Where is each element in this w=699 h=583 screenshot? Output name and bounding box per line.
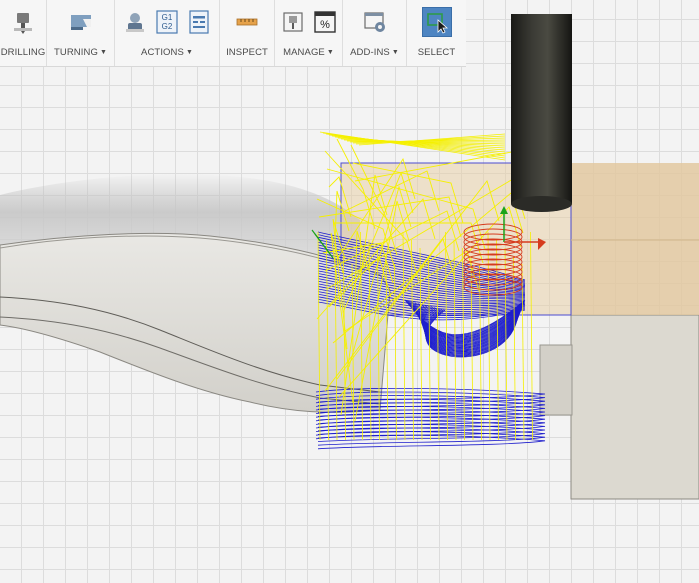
tool-holder[interactable] — [511, 14, 572, 204]
toolbar-group-manage[interactable]: % MANAGE ▼ — [275, 0, 343, 66]
post-library-percent-icon[interactable]: % — [313, 10, 337, 34]
toolbar-label-manage: MANAGE ▼ — [283, 47, 334, 58]
toolbar-label-addins: ADD-INS ▼ — [350, 47, 399, 58]
toolbar-group-addins[interactable]: ADD-INS ▼ — [343, 0, 407, 66]
toolbar-group-turning[interactable]: TURNING ▼ — [47, 0, 115, 66]
toolbar-label-select: SELECT — [417, 47, 456, 58]
chevron-down-icon: ▼ — [391, 49, 399, 56]
fixture-block — [570, 314, 699, 500]
drill-icon[interactable] — [11, 10, 35, 34]
turning-tool-icon[interactable] — [69, 10, 93, 34]
svg-text:%: % — [320, 19, 330, 31]
chevron-down-icon: ▼ — [99, 49, 107, 56]
select-cursor-icon — [426, 13, 448, 34]
toolbar-label-drilling: DRILLING — [0, 47, 46, 58]
stock-box-back — [571, 163, 699, 315]
toolbar-group-actions[interactable]: G1 G2 ACTIONS ▼ — [115, 0, 220, 66]
toolbar-group-select[interactable]: SELECT — [407, 0, 466, 66]
cam-toolbar: DRILLING TURNING ▼ G1 G2 ACTIONS ▼ INSPE… — [0, 0, 466, 67]
svg-text:G2: G2 — [162, 22, 173, 31]
svg-text:G1: G1 — [162, 13, 173, 22]
toolbar-label-actions: ACTIONS ▼ — [141, 47, 193, 58]
canvas-3d-viewport[interactable] — [0, 0, 699, 583]
setup-sheet-icon[interactable] — [187, 10, 211, 34]
cam-scene[interactable] — [0, 0, 699, 583]
chevron-down-icon: ▼ — [185, 49, 193, 56]
simulate-icon[interactable] — [123, 10, 147, 34]
measure-ruler-icon[interactable] — [235, 10, 259, 34]
toolbar-label-inspect: INSPECT — [226, 47, 268, 58]
scripts-addins-icon[interactable] — [363, 10, 387, 34]
tool-tip — [511, 196, 572, 212]
chevron-down-icon: ▼ — [326, 49, 334, 56]
toolbar-group-inspect[interactable]: INSPECT — [220, 0, 275, 66]
tool-library-icon[interactable] — [281, 10, 305, 34]
toolbar-label-turning: TURNING ▼ — [53, 47, 107, 58]
select-button[interactable] — [421, 7, 452, 37]
toolbar-group-drilling[interactable]: DRILLING — [0, 0, 47, 66]
post-process-g1g2-icon[interactable]: G1 G2 — [155, 10, 179, 34]
